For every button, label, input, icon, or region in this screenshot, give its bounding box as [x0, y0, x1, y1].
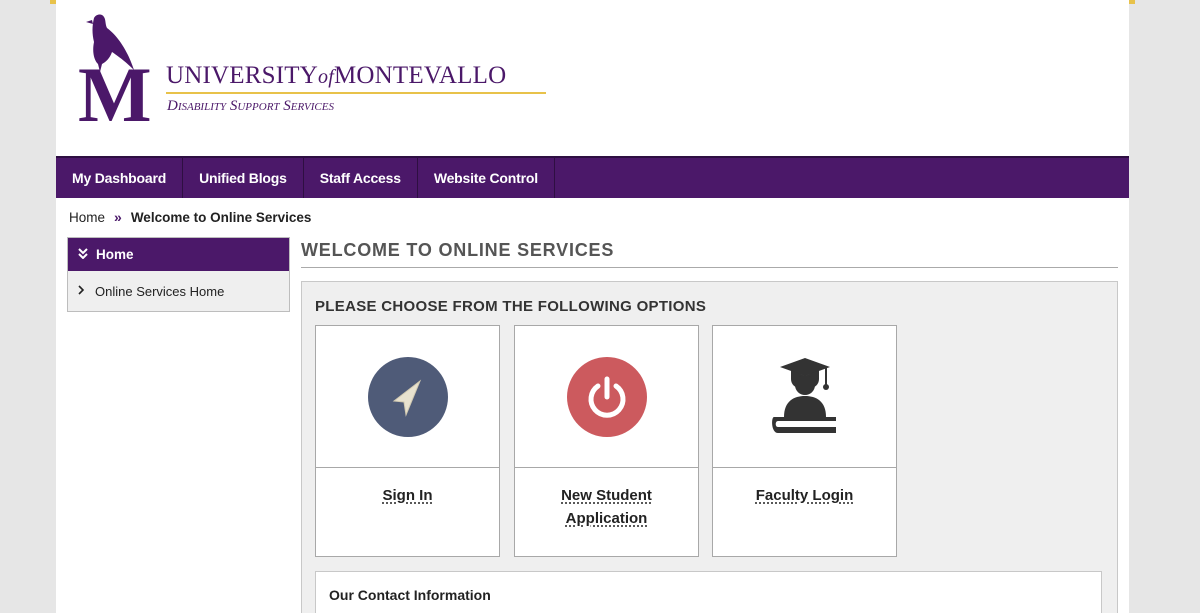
page-container: M UNIVERSITYofMONTEVALLO Disability Supp…	[56, 0, 1129, 613]
new-student-application-link[interactable]: New Student Application	[515, 468, 698, 530]
logo-divider	[166, 92, 546, 94]
sidebar-header-label: Home	[96, 247, 134, 262]
nav-my-dashboard[interactable]: My Dashboard	[56, 158, 184, 198]
chevron-right-icon	[78, 284, 85, 298]
new-student-application-card[interactable]: New Student Application	[514, 325, 699, 557]
breadcrumb-home[interactable]: Home	[69, 210, 105, 225]
page-title: WELCOME TO ONLINE SERVICES	[301, 240, 615, 260]
logo-letter: M	[78, 51, 152, 138]
breadcrumb-separator-icon: »	[114, 209, 122, 225]
options-panel: PLEASE CHOOSE FROM THE FOLLOWING OPTIONS…	[301, 281, 1118, 613]
breadcrumb: Home » Welcome to Online Services	[69, 209, 311, 225]
sign-in-card[interactable]: Sign In	[315, 325, 500, 557]
contact-info-box: Our Contact Information	[315, 571, 1102, 613]
sidebar-header[interactable]: Home	[68, 238, 289, 271]
university-name: UNIVERSITYofMONTEVALLO	[166, 62, 507, 89]
panel-title: PLEASE CHOOSE FROM THE FOLLOWING OPTIONS	[315, 298, 707, 315]
double-chevron-down-icon	[78, 247, 88, 262]
nav-staff-access[interactable]: Staff Access	[304, 158, 418, 198]
card-image	[316, 326, 499, 468]
title-divider	[301, 267, 1118, 268]
faculty-login-link[interactable]: Faculty Login	[713, 468, 896, 507]
cursor-arrow-icon	[367, 356, 448, 437]
sidebar-item-online-services-home[interactable]: Online Services Home	[68, 271, 289, 311]
page-corner-accent	[1129, 0, 1135, 4]
faculty-login-card[interactable]: Faculty Login	[712, 325, 897, 557]
card-image	[713, 326, 896, 468]
main-nav: My Dashboard Unified Blogs Staff Access …	[56, 156, 1129, 198]
contact-title: Our Contact Information	[329, 587, 491, 603]
nav-website-control[interactable]: Website Control	[418, 158, 555, 198]
sign-in-link[interactable]: Sign In	[316, 468, 499, 507]
sidebar-item-label: Online Services Home	[95, 283, 225, 299]
university-logo[interactable]: M UNIVERSITYofMONTEVALLO Disability Supp…	[76, 12, 576, 134]
nav-unified-blogs[interactable]: Unified Blogs	[183, 158, 304, 198]
power-icon	[566, 356, 647, 437]
graduate-book-icon	[771, 357, 836, 433]
sidebar: Home Online Services Home	[67, 237, 290, 312]
card-image	[515, 326, 698, 468]
department-name: Disability Support Services	[167, 98, 334, 114]
breadcrumb-current: Welcome to Online Services	[130, 209, 312, 225]
